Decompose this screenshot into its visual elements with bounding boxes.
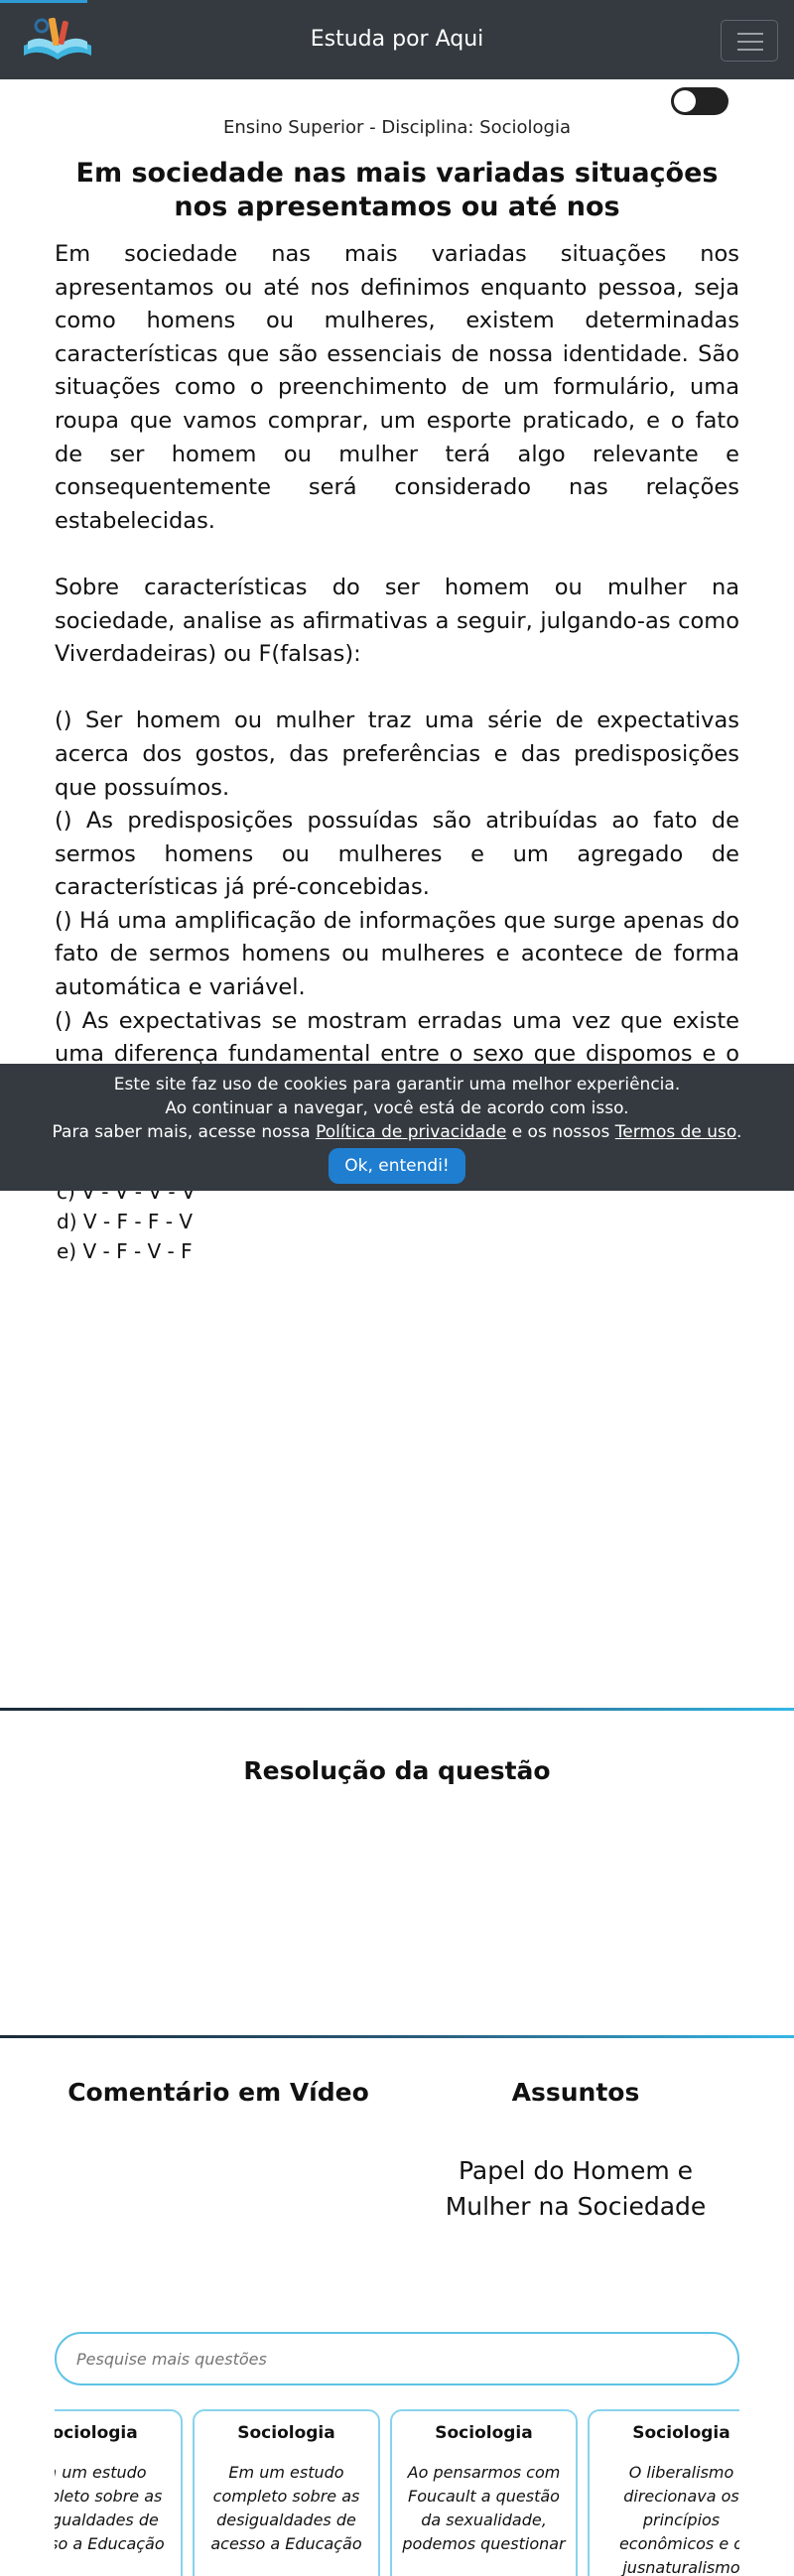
card-snippet: Ao pensarmos com Foucault a questão da s…	[402, 2463, 566, 2553]
cookie-text-suffix: .	[736, 1122, 742, 1142]
question-prompt: Sobre características do ser homem ou mu…	[55, 574, 739, 668]
accept-cookies-button[interactable]: Ok, entendi!	[329, 1148, 465, 1184]
resolution-title: Resolução da questão	[243, 1756, 551, 1785]
hamburger-icon-bar	[737, 41, 763, 43]
card-subject: Sociologia	[55, 2423, 138, 2443]
site-title[interactable]: Estuda por Aqui	[0, 27, 794, 52]
navbar: Estuda por Aqui	[0, 0, 794, 79]
toggle-knob	[674, 90, 696, 112]
dark-mode-toggle[interactable]	[671, 87, 728, 115]
card-subject: Sociologia	[435, 2423, 533, 2443]
cookie-text-prefix: Para saber mais, acesse nossa	[52, 1122, 311, 1142]
cookie-text-3: Para saber mais, acesse nossa Política d…	[0, 1120, 794, 1144]
statement: () As predisposições possuídas são atrib…	[55, 808, 739, 901]
video-comment-title: Comentário em Vídeo	[67, 2078, 369, 2107]
statement: () Há uma amplificação de informações qu…	[55, 907, 739, 1001]
breadcrumb: Ensino Superior - Disciplina: Sociologia	[223, 117, 571, 138]
question-intro: Em sociedade nas mais variadas situações…	[55, 241, 739, 534]
answer-option[interactable]: d) V - F - F - V	[57, 1207, 196, 1236]
section-divider	[0, 1708, 794, 1711]
card-snippet: O liberalismo direcionava os princípios …	[618, 2463, 739, 2576]
hamburger-icon-bar	[737, 49, 763, 51]
scroll-progress-bar	[0, 0, 87, 3]
statement: () Ser homem ou mulher traz uma série de…	[55, 708, 739, 801]
related-question-card[interactable]: Sociologia O liberalismo direcionava os …	[588, 2409, 739, 2576]
cookie-text-mid: e os nossos	[511, 1122, 610, 1142]
card-subject: Sociologia	[632, 2423, 730, 2443]
cookie-text-2: Ao continuar a navegar, você está de aco…	[165, 1098, 629, 1118]
question-title: Em sociedade nas mais variadas situações…	[75, 158, 719, 222]
terms-of-use-link[interactable]: Termos de uso	[615, 1122, 736, 1142]
related-questions-carousel: Sociologia Em um estudo completo sobre a…	[55, 2409, 739, 2576]
card-subject: Sociologia	[237, 2423, 335, 2443]
card-snippet: Em um estudo completo sobre as desiguald…	[55, 2463, 165, 2553]
hamburger-icon	[737, 33, 763, 35]
related-question-card[interactable]: Sociologia Em um estudo completo sobre a…	[193, 2409, 380, 2576]
cookie-banner: Este site faz uso de cookies para garant…	[0, 1064, 794, 1191]
related-question-card[interactable]: Sociologia Em um estudo completo sobre a…	[55, 2409, 183, 2576]
question-body: Em sociedade nas mais variadas situações…	[55, 238, 739, 1104]
privacy-policy-link[interactable]: Política de privacidade	[316, 1122, 506, 1142]
search-input[interactable]	[55, 2332, 739, 2385]
section-divider	[0, 2035, 794, 2038]
answer-option[interactable]: e) V - F - V - F	[57, 1236, 196, 1266]
hamburger-menu-button[interactable]	[721, 20, 778, 62]
subjects-title: Assuntos	[511, 2078, 640, 2107]
card-snippet: Em um estudo completo sobre as desiguald…	[210, 2463, 362, 2553]
cookie-text-1: Este site faz uso de cookies para garant…	[113, 1075, 681, 1095]
related-question-card[interactable]: Sociologia Ao pensarmos com Foucault a q…	[390, 2409, 578, 2576]
subject-link[interactable]: Papel do Homem e Mulher na Sociedade	[417, 2153, 734, 2225]
